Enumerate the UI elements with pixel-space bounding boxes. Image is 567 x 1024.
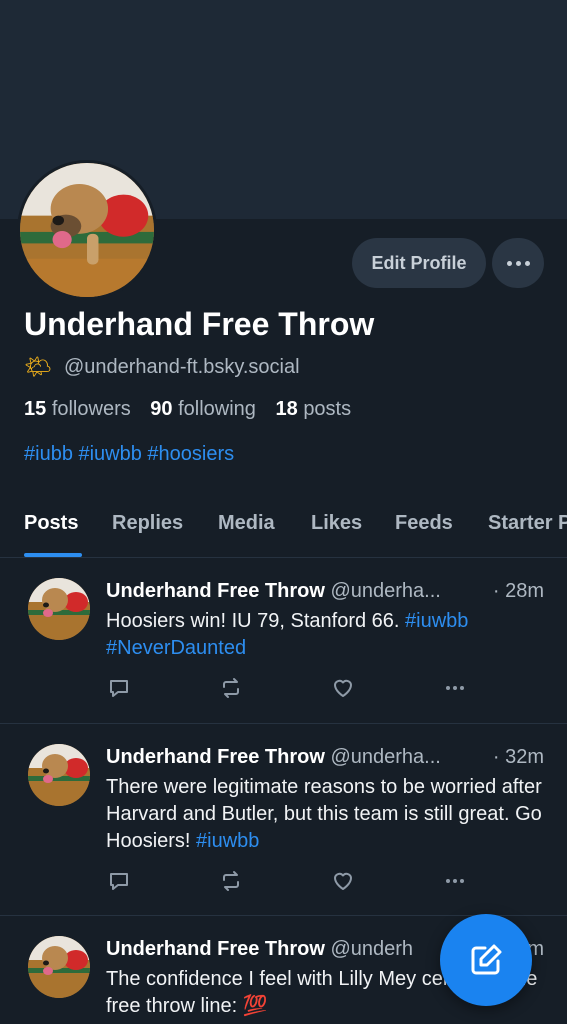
post-avatar[interactable] [28, 744, 90, 806]
reply-icon[interactable] [106, 675, 132, 701]
posts-label: posts [303, 398, 352, 420]
tab-starter-packs[interactable]: Starter Packs [488, 512, 567, 535]
post-avatar[interactable] [28, 578, 90, 640]
more-icon-dot [524, 260, 530, 266]
more-icon[interactable] [442, 675, 468, 701]
profile-display-name: Underhand Free Throw [24, 306, 375, 342]
post-author-name[interactable]: Underhand Free Throw [106, 938, 325, 960]
profile-handle[interactable]: @underhand-ft.bsky.social [64, 356, 300, 379]
followers-count: 15 [24, 398, 47, 420]
more-icon-dot [515, 260, 521, 266]
posts-count: 18 [275, 398, 298, 420]
dog-photo-image [20, 163, 154, 297]
profile-more-button[interactable] [492, 238, 544, 288]
dog-avatar-image [28, 744, 90, 806]
repost-icon[interactable] [218, 675, 244, 701]
post-body: Hoosiers win! IU 79, Stanford 66. [106, 610, 406, 632]
tab-media[interactable]: Media [218, 512, 275, 535]
feed-post[interactable]: Underhand Free Throw @underha... · 28m H… [0, 558, 567, 724]
post-timestamp[interactable]: · 32m [486, 746, 544, 769]
followers-stat[interactable]: 15 followers [24, 398, 131, 420]
post-actions [106, 868, 486, 894]
post-author-handle[interactable]: @underha... [330, 580, 440, 602]
heart-icon[interactable] [330, 868, 356, 894]
edit-profile-button[interactable]: Edit Profile [352, 238, 486, 288]
sun-emoji-icon: 🌤 [24, 354, 52, 379]
post-header: Underhand Free Throw @underha... · 28m [106, 580, 546, 603]
post-author-handle[interactable]: @underh [330, 938, 413, 960]
tab-likes[interactable]: Likes [311, 512, 362, 535]
reply-icon[interactable] [106, 868, 132, 894]
more-icon [506, 260, 512, 266]
post-avatar[interactable] [28, 936, 90, 998]
post-body: There were legitimate reasons to be worr… [106, 776, 542, 852]
profile-stats: 15 followers 90 following 18 posts [24, 398, 365, 421]
post-text: There were legitimate reasons to be worr… [106, 774, 546, 855]
dog-avatar-image [28, 578, 90, 640]
more-icon[interactable] [442, 868, 468, 894]
profile-tabs: Posts Replies Media Likes Feeds Starter … [0, 500, 567, 558]
compose-icon [471, 944, 502, 975]
following-label: following [178, 398, 256, 420]
post-body: The confidence I feel with Lilly Me [106, 968, 407, 990]
handle-row: 🌤 @underhand-ft.bsky.social [24, 354, 300, 380]
compose-button[interactable] [440, 914, 532, 1006]
tab-posts[interactable]: Posts [24, 512, 78, 535]
profile-bio[interactable]: #iubb #iuwbb #hoosiers [24, 443, 234, 466]
post-header: Underhand Free Throw @underha... · 32m [106, 746, 546, 769]
post-actions [106, 675, 486, 701]
feed-post[interactable]: Underhand Free Throw @underha... · 32m T… [0, 724, 567, 916]
dog-avatar-image [28, 936, 90, 998]
heart-icon[interactable] [330, 675, 356, 701]
tab-feeds[interactable]: Feeds [395, 512, 453, 535]
following-stat[interactable]: 90 following [150, 398, 256, 420]
post-author-name[interactable]: Underhand Free Throw [106, 580, 325, 602]
posts-stat: 18 posts [276, 398, 352, 420]
post-timestamp[interactable]: · 28m [486, 580, 544, 603]
post-author-handle[interactable]: @underha... [330, 746, 440, 768]
profile-avatar[interactable] [17, 160, 157, 300]
repost-icon[interactable] [218, 868, 244, 894]
post-author-name[interactable]: Underhand Free Throw [106, 746, 325, 768]
tab-replies[interactable]: Replies [112, 512, 183, 535]
following-count: 90 [150, 398, 173, 420]
active-tab-indicator [24, 553, 82, 557]
followers-label: followers [51, 398, 131, 420]
post-hashtags[interactable]: #iuwbb [196, 830, 259, 852]
post-text: Hoosiers win! IU 79, Stanford 66. #iuwbb… [106, 608, 546, 662]
